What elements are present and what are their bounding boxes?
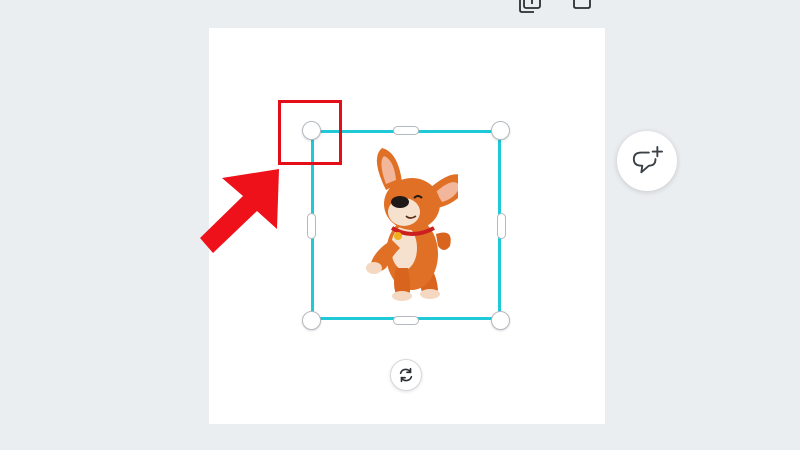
top-right-resize-handle[interactable] bbox=[491, 121, 510, 140]
rotate-button[interactable] bbox=[390, 359, 422, 391]
top-resize-handle[interactable] bbox=[393, 126, 419, 135]
duplicate-page-icon[interactable] bbox=[518, 0, 542, 14]
highlight-box bbox=[278, 100, 342, 165]
right-resize-handle[interactable] bbox=[497, 213, 506, 239]
add-comment-icon bbox=[632, 145, 663, 174]
add-comment-button[interactable] bbox=[617, 131, 677, 191]
rotate-arrows-icon bbox=[399, 367, 413, 383]
left-resize-handle[interactable] bbox=[307, 213, 316, 239]
bottom-left-resize-handle[interactable] bbox=[302, 311, 321, 330]
annotation-arrow bbox=[200, 169, 279, 253]
bottom-right-resize-handle[interactable] bbox=[491, 311, 510, 330]
add-page-icon[interactable] bbox=[570, 0, 594, 14]
bottom-resize-handle[interactable] bbox=[393, 316, 419, 325]
